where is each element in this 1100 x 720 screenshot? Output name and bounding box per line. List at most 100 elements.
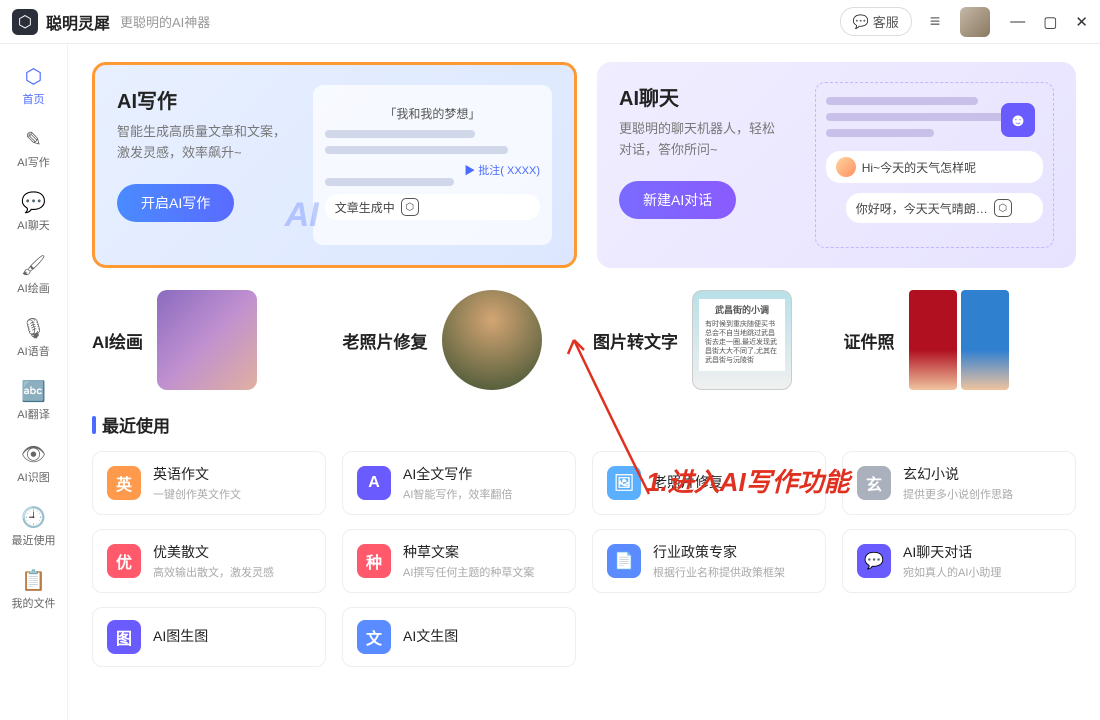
recent-desc-6: 根据行业名称提供政策框架 xyxy=(653,564,811,580)
chat-bubble-icon: 💬 xyxy=(853,14,869,30)
sidebar-icon-2: 💬 xyxy=(21,190,46,215)
ai-watermark: AI xyxy=(285,196,319,235)
sidebar-label-8: 我的文件 xyxy=(12,595,56,611)
sidebar-label-3: AI绘画 xyxy=(17,280,49,296)
hero-write-title: AI写作 xyxy=(117,85,313,114)
preview-status-text: 文章生成中 xyxy=(335,199,395,216)
recent-icon-5: 种 xyxy=(357,544,391,578)
tile-image-idphoto xyxy=(909,290,1009,390)
tile-title-1: 老照片修复 xyxy=(343,328,428,353)
sidebar-item-4[interactable]: 🎙 AI语音 xyxy=(6,308,62,367)
hero-write-desc2: 激发灵感，效率飙升~ xyxy=(117,145,242,160)
chat-bubble-2: 你好呀，今天天气晴朗… xyxy=(856,200,988,217)
minimize-button[interactable]: — xyxy=(1010,13,1025,31)
feature-tile-0[interactable]: AI绘画 xyxy=(92,290,325,390)
recent-icon-2: 🖼 xyxy=(607,466,641,500)
sidebar-item-7[interactable]: 🕘 最近使用 xyxy=(6,497,62,556)
recent-item-3[interactable]: 玄玄幻小说提供更多小说创作思路 xyxy=(842,451,1076,515)
recent-title-5: 种草文案 xyxy=(403,542,561,562)
hero-chat-title: AI聊天 xyxy=(619,82,815,111)
chat-preview-panel: ☻ Hi~今天的天气怎样呢 你好呀，今天天气晴朗… ⬡ xyxy=(815,82,1054,248)
hero-card-write[interactable]: AI写作 智能生成高质量文章和文案， 激发灵感，效率飙升~ 开启AI写作 AI … xyxy=(92,62,577,268)
recent-icon-6: 📄 xyxy=(607,544,641,578)
sidebar-item-2[interactable]: 💬 AI聊天 xyxy=(6,182,62,241)
section-bar xyxy=(92,416,96,434)
chat-fab-icon: ☻ xyxy=(1001,103,1035,137)
sidebar-icon-6: 👁 xyxy=(21,442,46,467)
recent-desc-3: 提供更多小说创作思路 xyxy=(903,486,1061,502)
sidebar-icon-3: 🖌 xyxy=(21,253,46,278)
close-button[interactable]: ✕ xyxy=(1075,13,1088,31)
feature-tile-3[interactable]: 证件照 xyxy=(844,290,1077,390)
recent-item-1[interactable]: A AI全文写作 AI智能写作，效率翻倍 xyxy=(342,451,576,515)
recent-item-4[interactable]: 优优美散文高效输出散文，激发灵感 xyxy=(92,529,326,593)
sidebar-icon-0: ⬡ xyxy=(25,64,42,89)
bot-avatar-icon xyxy=(836,157,856,177)
app-subtitle: 更聪明的AI神器 xyxy=(120,12,210,31)
recent-icon-4: 优 xyxy=(107,544,141,578)
hero-chat-desc2: 对话，答你所问~ xyxy=(619,142,718,157)
tile-image-photo xyxy=(442,290,542,390)
feature-tile-1[interactable]: 老照片修复 xyxy=(343,290,576,390)
hero-card-chat[interactable]: AI聊天 更聪明的聊天机器人，轻松 对话，答你所问~ 新建AI对话 ☻ Hi~今… xyxy=(597,62,1076,268)
recent-title-0: 英语作文 xyxy=(153,464,311,484)
recent-item-8[interactable]: 图AI图生图 xyxy=(92,607,326,667)
sidebar-item-0[interactable]: ⬡首页 xyxy=(6,56,62,115)
recent-title-7: AI聊天对话 xyxy=(903,542,1061,562)
recent-item-7[interactable]: 💬 AI聊天对话宛如真人的AI小助理 xyxy=(842,529,1076,593)
recent-desc-5: AI撰写任何主题的种草文案 xyxy=(403,564,561,580)
recent-item-0[interactable]: 英英语作文一键创作英文作文 xyxy=(92,451,326,515)
menu-icon[interactable]: ≡ xyxy=(922,11,949,32)
recent-icon-3: 玄 xyxy=(857,466,891,500)
sidebar-icon-7: 🕘 xyxy=(21,505,46,530)
sidebar-item-5[interactable]: 🔤AI翻译 xyxy=(6,371,62,430)
tile-title-2: 图片转文字 xyxy=(593,328,678,353)
recent-item-2[interactable]: 🖼 老照片修复 xyxy=(592,451,826,515)
sidebar-item-3[interactable]: 🖌 AI绘画 xyxy=(6,245,62,304)
recent-desc-1: AI智能写作，效率翻倍 xyxy=(403,486,561,502)
sidebar: ⬡首页 ✎ AI写作 💬 AI聊天 🖌 AI绘画 🎙 AI语音 🔤AI翻译 👁 AI识图 🕘 最近使用 📋 我… xyxy=(0,44,68,720)
sidebar-icon-8: 📋 xyxy=(21,568,46,593)
recent-title-2: 老照片修复 xyxy=(653,472,811,492)
start-write-button[interactable]: 开启AI写作 xyxy=(117,184,234,222)
sidebar-label-7: 最近使用 xyxy=(12,532,56,548)
tile-image-draw xyxy=(157,290,257,390)
sidebar-icon-1: ✎ xyxy=(25,127,42,152)
app-title: 聪明灵犀 xyxy=(46,10,110,34)
user-avatar[interactable] xyxy=(960,7,990,37)
recent-desc-7: 宛如真人的AI小助理 xyxy=(903,564,1061,580)
sidebar-label-5: AI翻译 xyxy=(17,406,49,422)
sidebar-label-6: AI识图 xyxy=(17,469,49,485)
recent-icon-7: 💬 xyxy=(857,544,891,578)
feature-tile-2[interactable]: 图片转文字武昌街的小调有时候到重庆随便买书总会不自当地跳过武昌街去走一圈,最近发… xyxy=(593,290,826,390)
sidebar-label-1: AI写作 xyxy=(17,154,49,170)
tile-image-ocr: 武昌街的小调有时候到重庆随便买书总会不自当地跳过武昌街去走一圈,最近发现武昌街大… xyxy=(692,290,792,390)
recent-title-6: 行业政策专家 xyxy=(653,542,811,562)
sidebar-item-6[interactable]: 👁 AI识图 xyxy=(6,434,62,493)
recent-item-6[interactable]: 📄 行业政策专家根据行业名称提供政策框架 xyxy=(592,529,826,593)
recent-icon-1: A xyxy=(357,466,391,500)
sidebar-label-4: AI语音 xyxy=(17,343,49,359)
recent-title-1: AI全文写作 xyxy=(403,464,561,484)
recent-item-9[interactable]: 文 AI文生图 xyxy=(342,607,576,667)
maximize-button[interactable]: ▢ xyxy=(1043,13,1057,31)
chat-bubble-1: Hi~今天的天气怎样呢 xyxy=(862,159,976,176)
tile-title-0: AI绘画 xyxy=(92,328,143,353)
recent-title-9: AI文生图 xyxy=(403,626,561,646)
sidebar-label-2: AI聊天 xyxy=(17,217,49,233)
recent-title-3: 玄幻小说 xyxy=(903,464,1061,484)
sidebar-icon-4: 🎙 xyxy=(21,316,46,341)
recent-desc-4: 高效输出散文，激发灵感 xyxy=(153,564,311,580)
sidebar-item-8[interactable]: 📋 我的文件 xyxy=(6,560,62,619)
new-chat-button[interactable]: 新建AI对话 xyxy=(619,181,736,219)
sidebar-item-1[interactable]: ✎ AI写作 xyxy=(6,119,62,178)
app-logo-icon: ⬡ xyxy=(12,9,38,35)
support-button[interactable]: 💬 客服 xyxy=(840,7,912,36)
preview-annotation-note: ▶ 批注( XXXX) xyxy=(325,162,540,178)
hero-chat-desc1: 更聪明的聊天机器人，轻松 xyxy=(619,121,775,136)
recent-icon-9: 文 xyxy=(357,620,391,654)
recent-item-5[interactable]: 种种草文案 AI撰写任何主题的种草文案 xyxy=(342,529,576,593)
recent-title-8: AI图生图 xyxy=(153,626,311,646)
support-label: 客服 xyxy=(873,12,899,31)
logo-badge-icon: ⬡ xyxy=(994,199,1012,217)
